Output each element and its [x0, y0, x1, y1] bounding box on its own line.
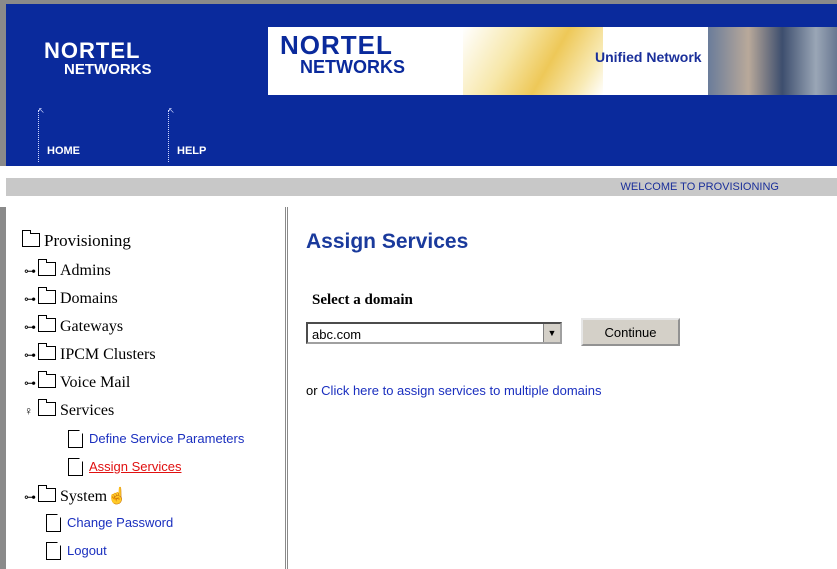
- nav-home-label[interactable]: HOME: [47, 145, 80, 157]
- tree-node-label[interactable]: Gateways: [60, 318, 123, 335]
- folder-icon: [38, 485, 56, 503]
- folder-icon: [38, 399, 56, 417]
- folder-icon: [38, 343, 56, 361]
- multi-domain-row: or Click here to assign services to mult…: [306, 383, 602, 398]
- header-bar: NORTEL NETWORKS NORTEL NETWORKS Unified …: [0, 0, 837, 166]
- tree-leaf-define-service-parameters[interactable]: Define Service Parameters: [68, 430, 244, 449]
- chevron-down-icon[interactable]: ▼: [543, 324, 560, 342]
- logo-text-1: NORTEL: [44, 38, 141, 63]
- tree-node-domains[interactable]: ⊶ Domains: [24, 287, 118, 308]
- domain-select[interactable]: abc.com ▼: [306, 322, 562, 344]
- tree-leaf-assign-services[interactable]: Assign Services: [68, 458, 181, 477]
- main-content: Assign Services: [306, 230, 468, 254]
- nav-help-label[interactable]: HELP: [177, 145, 206, 157]
- banner-logo-text-2: NETWORKS: [300, 57, 405, 77]
- banner-photo: [708, 27, 837, 95]
- tree-root[interactable]: Provisioning: [22, 230, 131, 251]
- collapse-icon[interactable]: ♀: [24, 404, 38, 419]
- expand-icon[interactable]: ⊶: [24, 490, 38, 505]
- tree-node-voice-mail[interactable]: ⊶ Voice Mail: [24, 371, 130, 392]
- tree-node-label[interactable]: System: [60, 488, 107, 505]
- continue-button[interactable]: Continue: [581, 318, 680, 346]
- define-service-parameters-link[interactable]: Define Service Parameters: [89, 431, 244, 446]
- tree-node-label[interactable]: Domains: [60, 290, 118, 307]
- folder-icon: [22, 230, 40, 248]
- logo-text-2: NETWORKS: [64, 61, 152, 78]
- banner-logo: NORTEL NETWORKS: [280, 32, 405, 76]
- page-title: Assign Services: [306, 230, 469, 253]
- tree-node-services[interactable]: ♀ Services: [24, 399, 114, 420]
- expand-icon[interactable]: ⊶: [24, 376, 38, 391]
- folder-icon: [38, 315, 56, 333]
- welcome-bar: WELCOME TO PROVISIONING: [6, 178, 837, 196]
- logout-link[interactable]: Logout: [67, 543, 107, 558]
- folder-icon: [38, 287, 56, 305]
- tree-leaf-logout[interactable]: Logout: [46, 542, 107, 561]
- banner-image: NORTEL NETWORKS Unified Network: [268, 27, 837, 95]
- tree-root-label[interactable]: Provisioning: [44, 231, 131, 250]
- tree-node-label[interactable]: IPCM Clusters: [60, 346, 156, 363]
- nav-home[interactable]: ↖ HOME: [38, 106, 80, 162]
- change-password-link[interactable]: Change Password: [67, 515, 173, 530]
- domain-select-value: abc.com: [312, 327, 362, 342]
- sidebar-tree: Provisioning ⊶ Admins ⊶ Domains ⊶ Gateways …: [6, 207, 288, 569]
- hand-cursor-icon: ☝: [107, 488, 128, 505]
- tree-node-admins[interactable]: ⊶ Admins: [24, 259, 111, 280]
- select-domain-label: Select a domain: [312, 292, 413, 308]
- nav-arrow-icon: ↖: [38, 106, 45, 115]
- tree-node-system[interactable]: ⊶ System☝: [24, 485, 128, 506]
- folder-icon: [38, 259, 56, 277]
- expand-icon[interactable]: ⊶: [24, 320, 38, 335]
- tree-node-ipcm-clusters[interactable]: ⊶ IPCM Clusters: [24, 343, 156, 364]
- page-icon: [46, 542, 61, 561]
- expand-icon[interactable]: ⊶: [24, 292, 38, 307]
- expand-icon[interactable]: ⊶: [24, 264, 38, 279]
- or-text: or: [306, 383, 322, 398]
- expand-icon[interactable]: ⊶: [24, 348, 38, 363]
- assign-services-link[interactable]: Assign Services: [89, 459, 181, 474]
- banner-tagline: Unified Network: [595, 49, 702, 65]
- page-icon: [68, 458, 83, 477]
- nortel-logo: NORTEL NETWORKS: [44, 38, 152, 78]
- nav-help[interactable]: ↖ HELP: [168, 106, 206, 162]
- page-icon: [68, 430, 83, 449]
- banner-logo-text-1: NORTEL: [280, 30, 393, 60]
- multi-domain-link[interactable]: Click here to assign services to multipl…: [321, 383, 601, 398]
- continue-button-label: Continue: [604, 324, 657, 340]
- tree-node-label[interactable]: Admins: [60, 262, 111, 279]
- tree-node-gateways[interactable]: ⊶ Gateways: [24, 315, 123, 336]
- welcome-text: WELCOME TO PROVISIONING: [620, 181, 779, 193]
- folder-icon: [38, 371, 56, 389]
- tree-node-label[interactable]: Voice Mail: [60, 374, 130, 391]
- page-icon: [46, 514, 61, 533]
- tree-leaf-change-password[interactable]: Change Password: [46, 514, 173, 533]
- banner-swoosh: [463, 27, 603, 95]
- tree-node-label[interactable]: Services: [60, 402, 114, 419]
- nav-arrow-icon: ↖: [168, 106, 175, 115]
